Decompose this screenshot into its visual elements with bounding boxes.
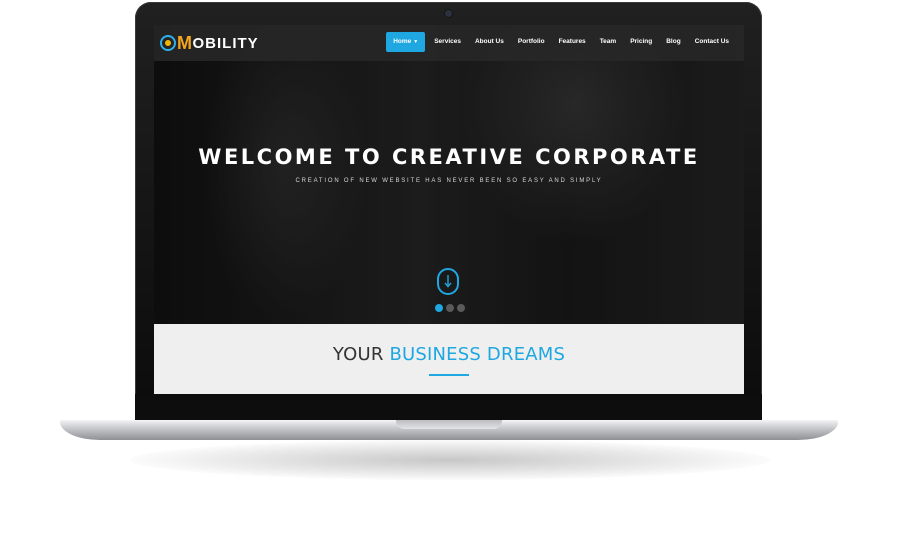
laptop-bezel (135, 394, 762, 420)
mouse-scroll-icon[interactable] (437, 268, 459, 295)
nav-item-features[interactable]: Features (552, 32, 593, 52)
camera-icon (445, 10, 452, 17)
nav-item-contact-us[interactable]: Contact Us (688, 32, 736, 52)
section-underline (429, 374, 469, 376)
laptop-screen: M OBILITY Home ▼ Services About Us Portfo… (154, 25, 744, 394)
slider-dots (435, 304, 468, 312)
slider-dot-2[interactable] (446, 304, 454, 312)
nav-item-about-us[interactable]: About Us (468, 32, 511, 52)
chevron-down-icon: ▼ (413, 39, 419, 45)
hero-subtitle: CREATION OF NEW WEBSITE HAS NEVER BEEN S… (295, 178, 603, 184)
slider-dot-3[interactable] (457, 304, 465, 312)
slider-dot-1[interactable] (435, 304, 443, 312)
section-heading-plain: YOUR (332, 344, 384, 365)
main-nav: Home ▼ Services About Us Portfolio Featur… (386, 32, 736, 52)
nav-item-label: Home (393, 38, 412, 45)
logo-icon-dot (165, 40, 171, 46)
section-heading-accent: BUSINESS DREAMS (389, 344, 566, 365)
hero-title: WELCOME TO CREATIVE CORPORATE (198, 145, 700, 169)
section-heading: YOUR BUSINESS DREAMS (154, 344, 744, 365)
nav-item-blog[interactable]: Blog (659, 32, 687, 52)
business-section: YOUR BUSINESS DREAMS (154, 324, 744, 394)
laptop-shadow (130, 440, 770, 480)
nav-item-team[interactable]: Team (593, 32, 624, 52)
logo-text: OBILITY (192, 35, 259, 52)
arrow-down-icon (444, 275, 452, 288)
logo-first-letter: M (177, 33, 193, 53)
nav-item-home[interactable]: Home ▼ (386, 32, 426, 52)
nav-item-pricing[interactable]: Pricing (623, 32, 659, 52)
site-logo[interactable]: M OBILITY (160, 33, 259, 53)
logo-icon (160, 35, 176, 51)
nav-item-portfolio[interactable]: Portfolio (511, 32, 552, 52)
nav-item-services[interactable]: Services (427, 32, 468, 52)
laptop-base-notch (396, 420, 502, 429)
top-navbar: M OBILITY Home ▼ Services About Us Portfo… (154, 25, 744, 61)
